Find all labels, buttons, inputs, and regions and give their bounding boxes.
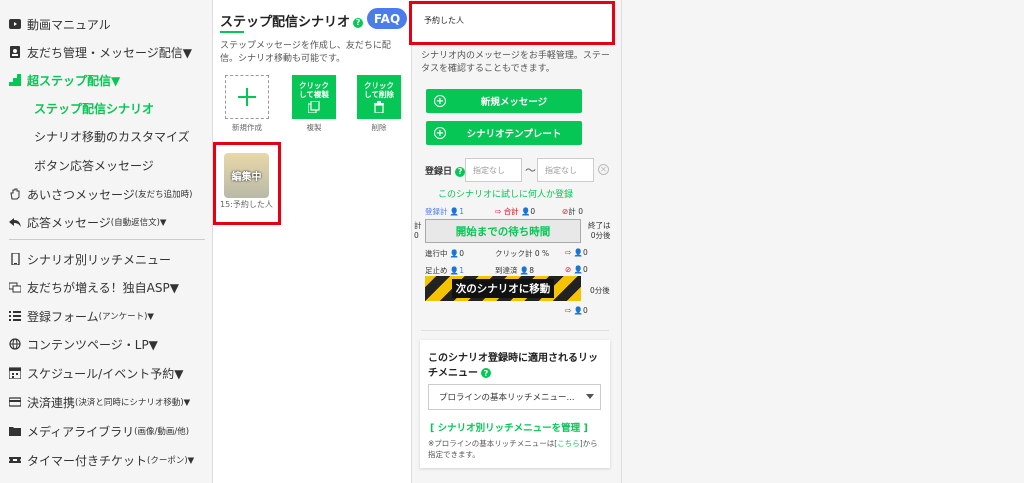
wait-time-bar[interactable]: 開始までの待ち時間 (425, 219, 581, 243)
sidebar-item-ticket[interactable]: タイマー付きチケット (クーポン)▼ (9, 450, 194, 470)
sidebar-item-media[interactable]: メディアライブラリ (画像/動画/他) (9, 421, 189, 441)
sidebar-item-schedule[interactable]: スケジュール/イベント予約▼ (9, 363, 183, 383)
person-icon: 👤 (573, 306, 584, 315)
help-icon[interactable]: ? (481, 368, 491, 378)
trash-icon (374, 101, 384, 113)
sidebar: 動画マニュアル 友だち管理・メッセージ配信▼ 超ステップ配信▼ ステップ配信シナ… (0, 0, 213, 483)
sidebar-item-rich-menu[interactable]: シナリオ別リッチメニュー (9, 249, 171, 269)
date-to-input[interactable]: 指定なし (537, 158, 594, 182)
sidebar-item-auto-reply[interactable]: 応答メッセージ (自動返信文)▼ (9, 212, 166, 232)
out-stat: ⇨ 👤0 (565, 248, 588, 257)
blocked-stat: ⊘計 0 (562, 207, 583, 216)
plus-circle-icon: + (434, 95, 446, 107)
main-content-area (622, 0, 1024, 483)
person-icon: 👤 (449, 207, 460, 216)
highlight-box (213, 142, 281, 225)
person-icon: 👤 (449, 249, 460, 258)
click-rate-stat: クリック計 0 % (495, 249, 550, 258)
play-icon (9, 18, 21, 30)
date-range-separator: 〜 (525, 164, 536, 177)
blocked-stat-2: ⊘ 👤0 (565, 265, 588, 274)
new-scenario-button[interactable] (225, 75, 269, 119)
hand-icon (9, 188, 21, 200)
left-total-stat: 計 0 (414, 221, 422, 240)
list-icon (9, 310, 21, 322)
ticket-icon (9, 454, 21, 466)
copy-label: 複製 (306, 123, 322, 132)
new-message-button[interactable]: + 新規メッセージ (426, 89, 582, 113)
panel-description: ステップメッセージを作成し、友だちに配信。シナリオ移動も可能です。 (220, 41, 391, 64)
sidebar-divider (9, 239, 205, 240)
faq-button[interactable]: FAQ (367, 8, 407, 29)
sidebar-item-asp[interactable]: 友だちが増える！独自ASP▼ (9, 277, 179, 297)
next-scenario-bar[interactable]: 次のシナリオに移動 (425, 276, 581, 301)
reply-icon (9, 216, 21, 228)
card-icon (9, 396, 21, 408)
delete-label: 削除 (371, 123, 387, 132)
sidebar-item-super-step[interactable]: 超ステップ配信▼ (9, 70, 120, 90)
person-icon: 👤 (573, 248, 584, 257)
exit-icon: ⇨ (565, 248, 572, 257)
step-icon (9, 74, 21, 86)
rich-menu-note: ※プロラインの基本リッチメニューは[こちら]から指定できます。 (428, 439, 598, 459)
scenario-template-button[interactable]: + シナリオテンプレート (426, 121, 582, 145)
sidebar-item-friends[interactable]: 友だち管理・メッセージ配信▼ (9, 42, 192, 62)
share-icon (9, 281, 21, 293)
copy-icon (308, 101, 320, 113)
help-icon[interactable]: ? (455, 166, 466, 177)
copy-scenario-button[interactable]: クリック して複製 (292, 75, 336, 119)
here-link[interactable]: こちら (557, 439, 580, 448)
person-icon: 👤 (573, 265, 584, 274)
registration-date-label: 登録日? (425, 164, 466, 177)
sidebar-item-content-page[interactable]: コンテンツページ・LP▼ (9, 334, 158, 354)
person-icon: 👤 (519, 266, 530, 275)
total-stat: ⇨ 合計 👤0 (495, 207, 536, 216)
help-icon[interactable]: ? (353, 17, 364, 28)
globe-icon (9, 338, 21, 350)
reached-stat: 到達済 👤8 (495, 266, 535, 275)
out-stat-2: ⇨ 👤0 (565, 306, 588, 315)
block-icon: ⊘ (565, 265, 572, 274)
sidebar-item-step-scenario[interactable]: ステップ配信シナリオ (34, 98, 154, 118)
title-underline (220, 31, 244, 33)
exit-icon: ⇨ (565, 306, 572, 315)
sidebar-item-payment[interactable]: 決済連携 (決済と同時にシナリオ移動)▼ (9, 392, 190, 412)
stopped-stat: 足止め 👤1 (425, 266, 465, 275)
date-from-input[interactable]: 指定なし (465, 158, 522, 182)
sidebar-item-scenario-move[interactable]: シナリオ移動のカスタマイズ (34, 126, 190, 146)
sidebar-item-button-reply[interactable]: ボタン応答メッセージ (34, 155, 154, 175)
person-icon: 👤 (449, 266, 460, 275)
manage-rich-menu-link[interactable]: [ シナリオ別リッチメニューを管理 ] (430, 420, 588, 434)
highlight-box (409, 1, 615, 45)
delete-scenario-button[interactable]: クリック して削除 (357, 75, 401, 119)
chevron-down-icon (586, 394, 594, 399)
in-progress-stat: 進行中 👤0 (425, 249, 465, 258)
sidebar-item-greeting[interactable]: あいさつメッセージ (友だち追加時) (9, 184, 192, 204)
end-time-stat: 終了は 0分後 (588, 221, 611, 240)
mobile-icon (9, 253, 21, 265)
after-time-stat: 0分後 (590, 286, 610, 295)
divider (421, 330, 609, 331)
rich-menu-title: このシナリオ登録時に適用されるリッチメニュー? (428, 353, 598, 379)
folder-icon (9, 425, 21, 437)
exit-icon: ⇨ (495, 207, 502, 216)
sidebar-item-video-manual[interactable]: 動画マニュアル (9, 14, 111, 34)
plus-circle-icon: + (434, 127, 446, 139)
scenario-list-panel: ステップ配信シナリオ? FAQ ステップメッセージを作成し、友だちに配信。シナリ… (213, 0, 412, 483)
registered-stat[interactable]: 登録計 👤1 (425, 206, 464, 217)
clear-icon[interactable]: ✕ (598, 164, 609, 175)
new-scenario-label: 新規作成 (232, 123, 262, 132)
page-title: ステップ配信シナリオ? (220, 11, 364, 30)
calendar-icon (9, 367, 21, 379)
user-icon (9, 46, 21, 58)
detail-description: シナリオ内のメッセージをお手軽管理。ステータスを確認することもできます。 (421, 51, 610, 74)
rich-menu-select[interactable]: プロラインの基本リッチメニュー... (428, 384, 601, 410)
sidebar-item-form[interactable]: 登録フォーム (アンケート)▼ (9, 306, 154, 326)
plus-icon (238, 88, 256, 106)
try-register-link[interactable]: このシナリオに試しに何人か登録 (438, 187, 573, 200)
